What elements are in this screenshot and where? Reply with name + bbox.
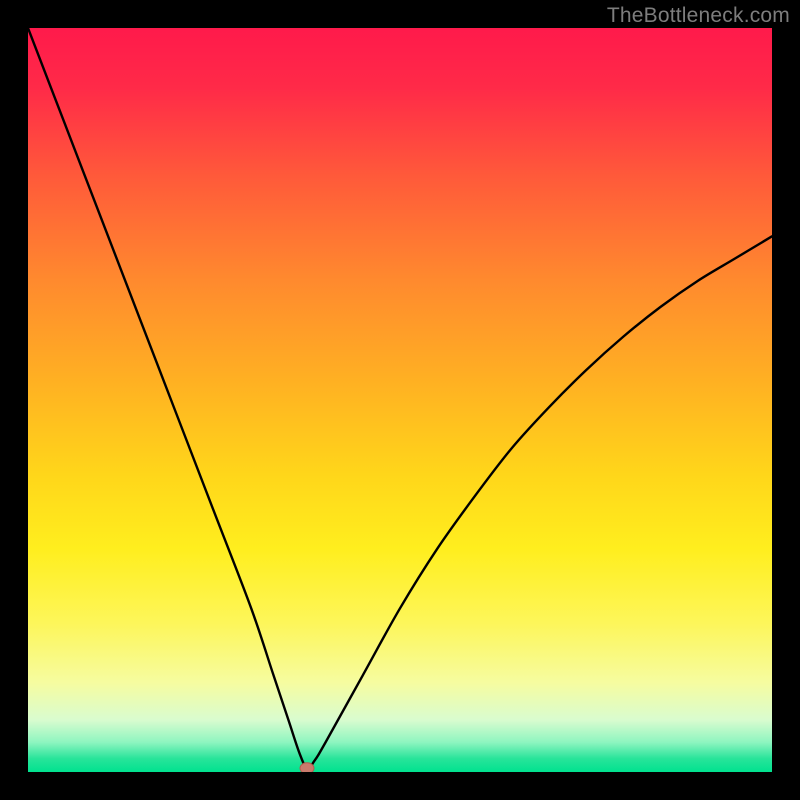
curve-layer	[28, 28, 772, 772]
watermark-text: TheBottleneck.com	[607, 4, 790, 28]
chart-frame: TheBottleneck.com	[0, 0, 800, 800]
minimum-marker	[300, 763, 314, 772]
bottleneck-curve	[28, 28, 772, 768]
plot-area	[28, 28, 772, 772]
